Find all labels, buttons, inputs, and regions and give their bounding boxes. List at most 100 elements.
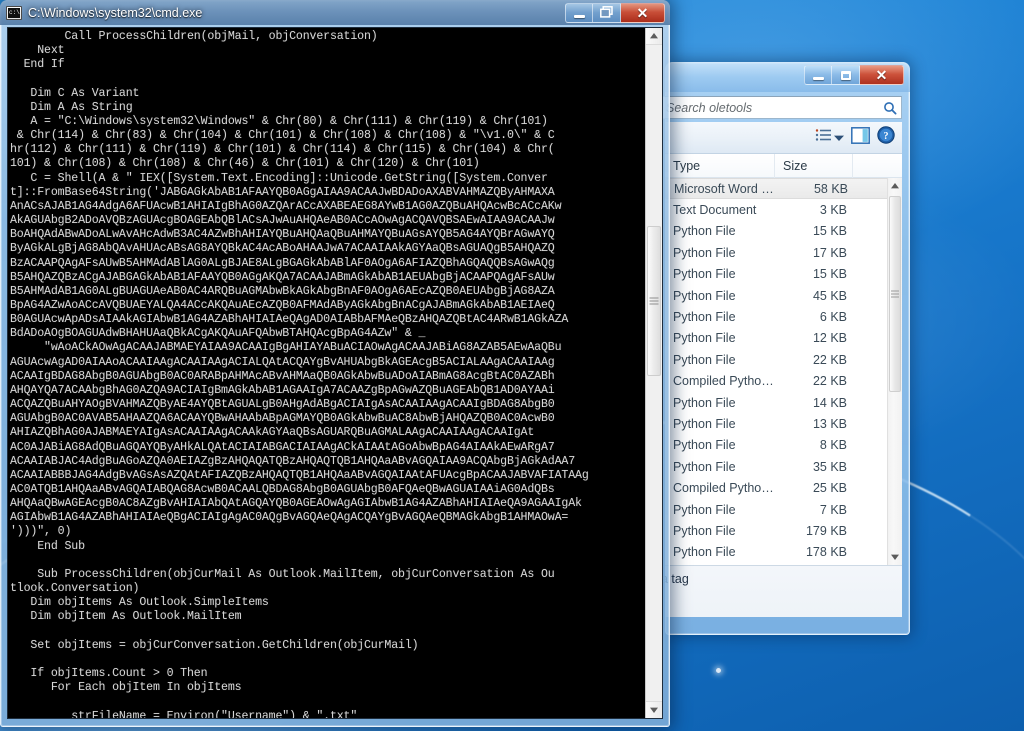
search-input[interactable]: Search oletools — [661, 96, 902, 119]
cell-type: Python File — [673, 545, 736, 560]
cell-size: 6 KB — [819, 310, 847, 325]
scrollbar-thumb[interactable] — [889, 196, 901, 392]
cmd-window-controls: ✕ — [565, 3, 665, 23]
close-icon: ✕ — [875, 67, 888, 83]
column-header-type[interactable]: Type — [665, 154, 775, 178]
explorer-file-list[interactable]: Type Size Microsoft Word 9... 58 KB Text D… — [665, 154, 902, 565]
wallpaper-sparkle — [716, 668, 721, 673]
table-row[interactable]: Python File 7 KB — [665, 499, 902, 520]
cell-type: Python File — [673, 502, 736, 517]
table-row[interactable]: Python File 45 KB — [665, 285, 902, 306]
cell-type: Python File — [673, 523, 736, 538]
cell-size: 14 KB — [812, 395, 847, 410]
cell-type: Python File — [673, 288, 736, 303]
cell-size: 35 KB — [812, 459, 847, 474]
scrollbar-grip — [891, 290, 899, 298]
column-header-size[interactable]: Size — [775, 154, 853, 178]
explorer-window-controls: ✕ — [804, 65, 904, 85]
cell-size: 12 KB — [812, 331, 847, 346]
cell-type: Python File — [673, 267, 736, 282]
cell-size: 58 KB — [813, 181, 848, 196]
cmd-titlebar[interactable]: C:\Windows\system32\cmd.exe ✕ — [0, 0, 670, 25]
cell-size: 3 KB — [819, 203, 847, 218]
table-row[interactable]: Python File 15 KB — [665, 264, 902, 285]
cell-type: Microsoft Word 9... — [674, 181, 778, 196]
table-row[interactable]: Compiled Python ... 25 KB — [665, 477, 902, 498]
file-list-header: Type Size — [665, 154, 902, 178]
explorer-search-bar: Search oletools — [661, 96, 902, 121]
cell-type: Python File — [673, 331, 736, 346]
cmd-window[interactable]: C:\Windows\system32\cmd.exe ✕ Call Proce… — [0, 0, 670, 727]
table-row[interactable]: Microsoft Word 9... 58 KB — [665, 178, 890, 200]
restore-icon — [600, 5, 613, 21]
file-list-rows: Microsoft Word 9... 58 KB Text Document 3 K… — [665, 178, 902, 565]
scroll-up-arrow-icon[interactable] — [888, 178, 902, 194]
cell-size: 45 KB — [812, 288, 847, 303]
table-row[interactable]: Python File 14 KB — [665, 392, 902, 413]
table-row[interactable]: Python File 178 KB — [665, 542, 902, 563]
cell-size: 8 KB — [819, 438, 847, 453]
table-row[interactable]: Python File 8 KB — [665, 435, 902, 456]
preview-pane-button[interactable] — [851, 126, 870, 149]
table-row[interactable]: Python File 13 KB — [665, 413, 902, 434]
table-row[interactable]: Compiled Python ... 22 KB — [665, 371, 902, 392]
explorer-close-button[interactable]: ✕ — [860, 65, 904, 85]
preview-pane-icon — [851, 126, 870, 149]
table-row[interactable]: Text Document 3 KB — [665, 199, 902, 220]
cmd-scroll-up-arrow-icon[interactable] — [646, 28, 662, 45]
explorer-titlebar[interactable]: ✕ — [665, 62, 910, 92]
scroll-down-arrow-icon[interactable] — [888, 549, 902, 565]
table-row[interactable]: Python File 22 KB — [665, 349, 902, 370]
table-row[interactable]: Python File 179 KB — [665, 520, 902, 541]
cmd-scrollbar-thumb[interactable] — [647, 226, 661, 376]
cmd-scroll-down-arrow-icon[interactable] — [646, 701, 662, 718]
file-list-scrollbar[interactable] — [887, 178, 902, 565]
cmd-window-title: C:\Windows\system32\cmd.exe — [28, 5, 203, 20]
cell-type: Compiled Python ... — [673, 374, 777, 389]
cmd-minimize-button[interactable] — [565, 3, 593, 23]
cell-type: Python File — [673, 416, 736, 431]
cell-type: Python File — [673, 224, 736, 239]
minimize-icon — [573, 14, 585, 18]
cmd-restore-button[interactable] — [593, 3, 621, 23]
explorer-minimize-button[interactable] — [804, 65, 832, 85]
cmd-console-output-area[interactable]: Call ProcessChildren(objMail, objConvers… — [7, 27, 663, 719]
cmd-close-button[interactable]: ✕ — [621, 3, 665, 23]
table-row[interactable]: Python File 15 KB — [665, 221, 902, 242]
cell-type: Python File — [673, 395, 736, 410]
chevron-down-icon[interactable] — [834, 129, 844, 147]
search-input-placeholder: Search oletools — [666, 100, 753, 115]
cell-size: 22 KB — [812, 374, 847, 389]
cell-size: 15 KB — [812, 224, 847, 239]
table-row[interactable]: Python File 12 KB — [665, 328, 902, 349]
cell-type: Python File — [673, 310, 736, 325]
cell-type: Python File — [673, 438, 736, 453]
minimize-icon — [812, 76, 824, 80]
explorer-maximize-button[interactable] — [832, 65, 860, 85]
table-row[interactable]: Python File 35 KB — [665, 456, 902, 477]
details-pane-tag-text: a tag — [661, 572, 689, 586]
close-icon: ✕ — [636, 5, 649, 21]
table-row[interactable]: Python File 6 KB — [665, 306, 902, 327]
explorer-window[interactable]: ✕ Search oletools ? Type Size Microsoft … — [661, 62, 910, 635]
details-pane: a tag — [661, 565, 902, 617]
cell-size: 25 KB — [812, 481, 847, 496]
cell-size: 179 KB — [805, 523, 847, 538]
explorer-toolbar: ? — [665, 122, 902, 154]
cell-size: 7 KB — [819, 502, 847, 517]
cell-type: Compiled Python ... — [673, 481, 777, 496]
cell-size: 15 KB — [812, 267, 847, 282]
cell-size: 178 KB — [805, 545, 847, 560]
search-icon[interactable] — [879, 101, 901, 115]
view-mode-button[interactable] — [815, 128, 844, 147]
cell-type: Python File — [673, 352, 736, 367]
cell-size: 17 KB — [812, 245, 847, 260]
cell-type: Python File — [673, 245, 736, 260]
cell-size: 22 KB — [812, 352, 847, 367]
column-header-spacer — [853, 154, 902, 178]
maximize-icon — [840, 70, 851, 80]
table-row[interactable]: Python File 17 KB — [665, 242, 902, 263]
help-button[interactable]: ? — [877, 126, 895, 149]
cmd-scrollbar[interactable] — [645, 28, 662, 718]
cell-type: Python File — [673, 459, 736, 474]
